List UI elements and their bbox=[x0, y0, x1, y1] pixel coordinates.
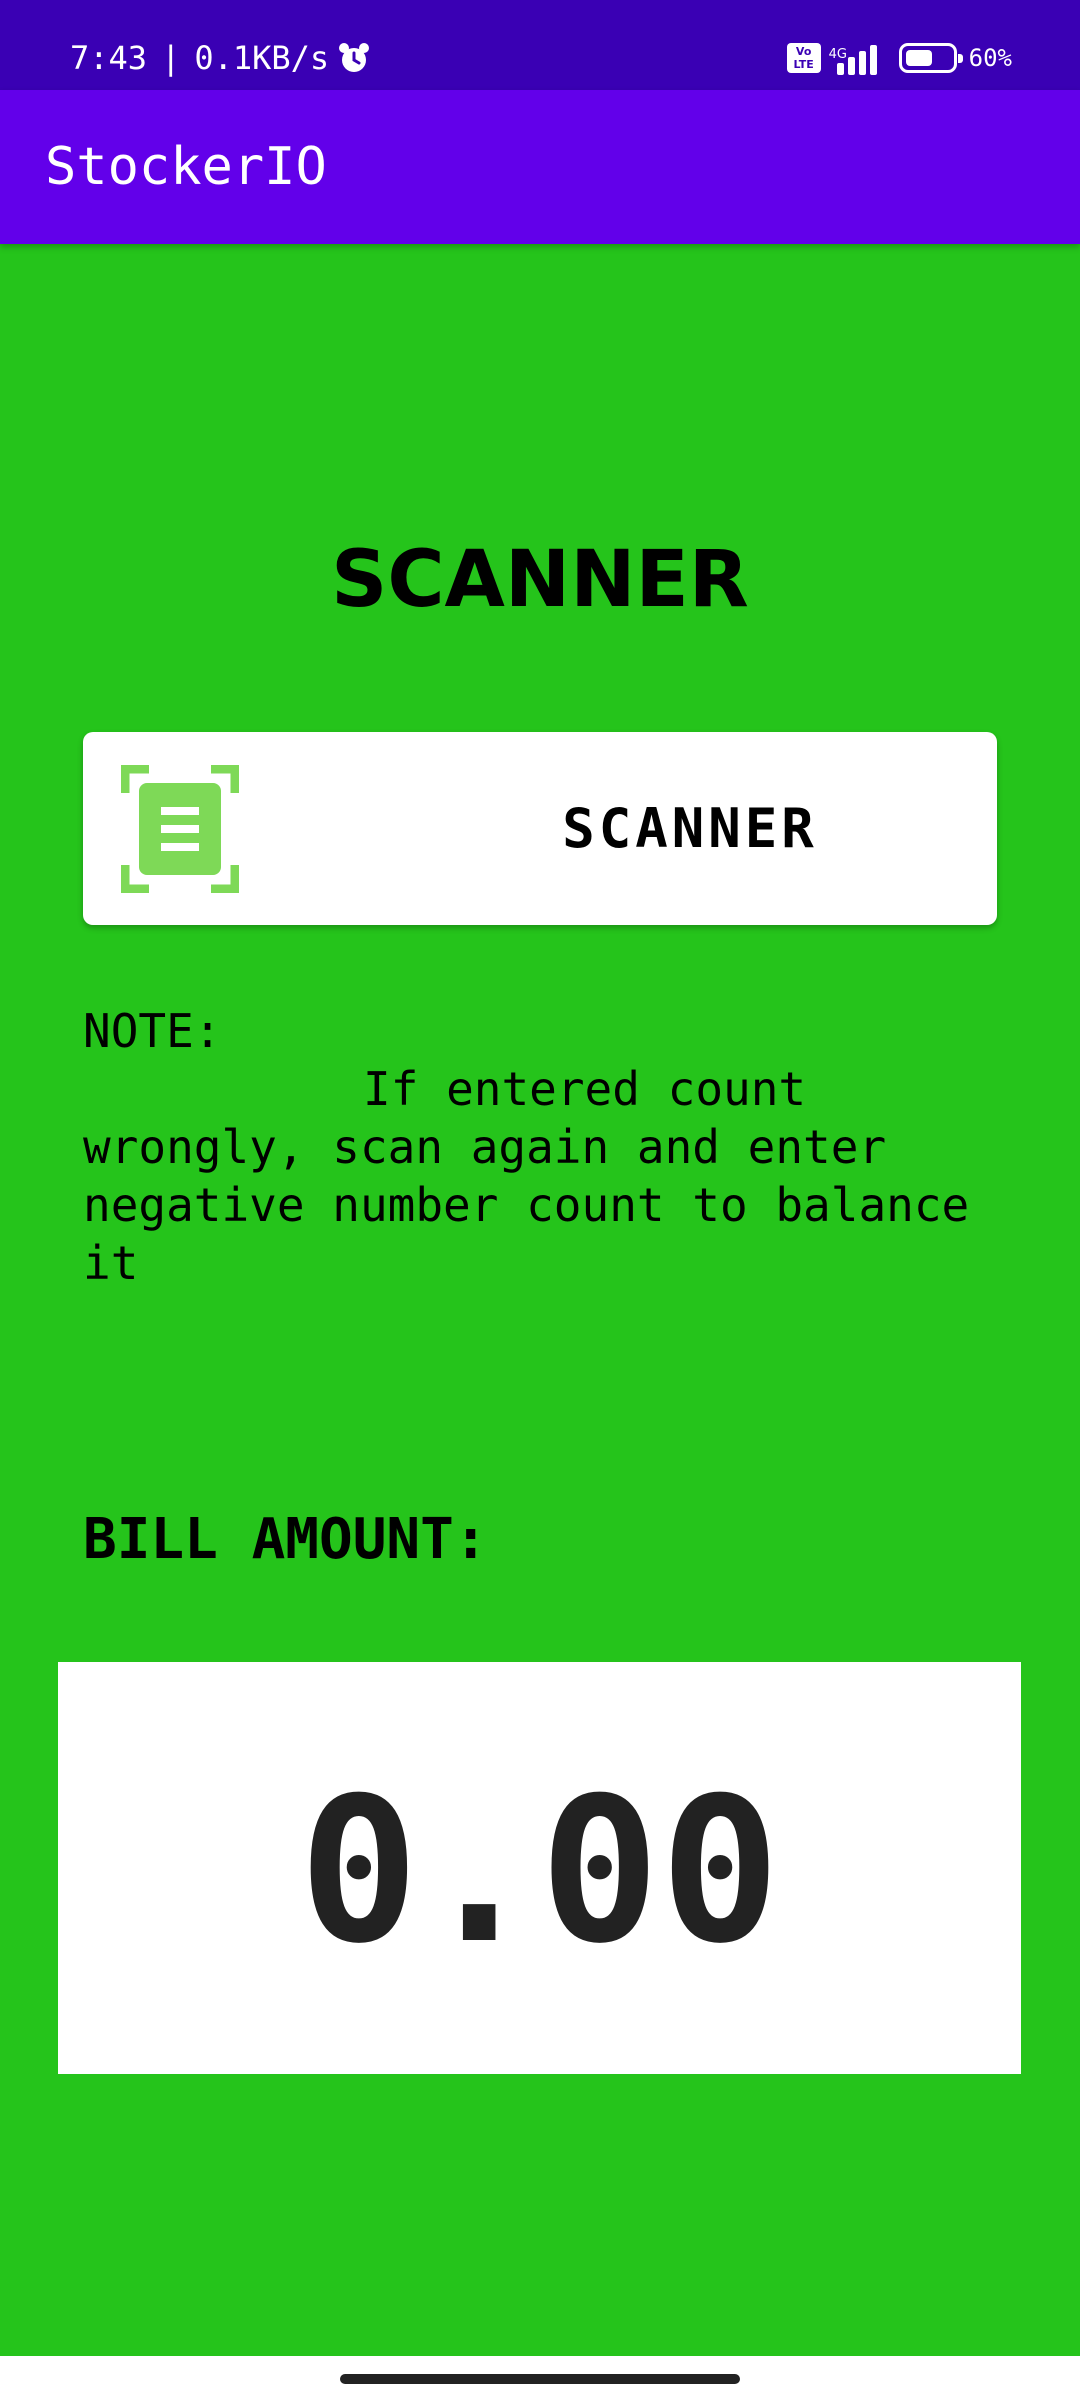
battery-percent: 60% bbox=[968, 44, 1012, 72]
bill-amount-value: 0.00 bbox=[298, 1754, 781, 1988]
home-indicator[interactable] bbox=[340, 2374, 740, 2384]
page-heading: SCANNER bbox=[331, 535, 749, 625]
app-bar: StockerIO bbox=[0, 90, 1080, 244]
signal-icon: 4G bbox=[829, 41, 877, 75]
volte-top: Vo bbox=[795, 45, 812, 58]
volte-icon: Vo LTE bbox=[786, 43, 821, 73]
signal-bar bbox=[869, 45, 877, 75]
note-text: If entered count wrongly, scan again and… bbox=[83, 1062, 970, 1290]
battery-cap bbox=[957, 54, 963, 63]
bill-amount-label: BILL AMOUNT: bbox=[83, 1507, 488, 1572]
battery-fill bbox=[905, 50, 932, 66]
signal-bar bbox=[858, 51, 866, 75]
alarm-clock-icon bbox=[339, 43, 370, 72]
status-time: 7:43 bbox=[70, 39, 148, 77]
status-right: Vo LTE 4G 60% bbox=[786, 38, 1012, 78]
volte-bottom: LTE bbox=[793, 58, 814, 71]
barcode-scan-icon bbox=[121, 765, 239, 893]
status-separator: | bbox=[161, 39, 181, 77]
status-bar: 7:43 | 0.1KB/s Vo LTE 4G 60% bbox=[0, 0, 1080, 90]
signal-bar bbox=[847, 57, 855, 75]
status-speed: 0.1KB/s bbox=[194, 39, 330, 77]
note-label: NOTE: bbox=[83, 1004, 222, 1058]
network-type: 4G bbox=[828, 47, 847, 62]
battery-icon bbox=[898, 43, 963, 73]
app-title: StockerIO bbox=[45, 137, 327, 197]
scanner-button[interactable]: SCANNER bbox=[83, 732, 997, 925]
status-left: 7:43 | 0.1KB/s bbox=[70, 38, 371, 78]
scanner-button-label: SCANNER bbox=[562, 797, 818, 860]
bill-amount-box: 0.00 bbox=[58, 1662, 1021, 2074]
